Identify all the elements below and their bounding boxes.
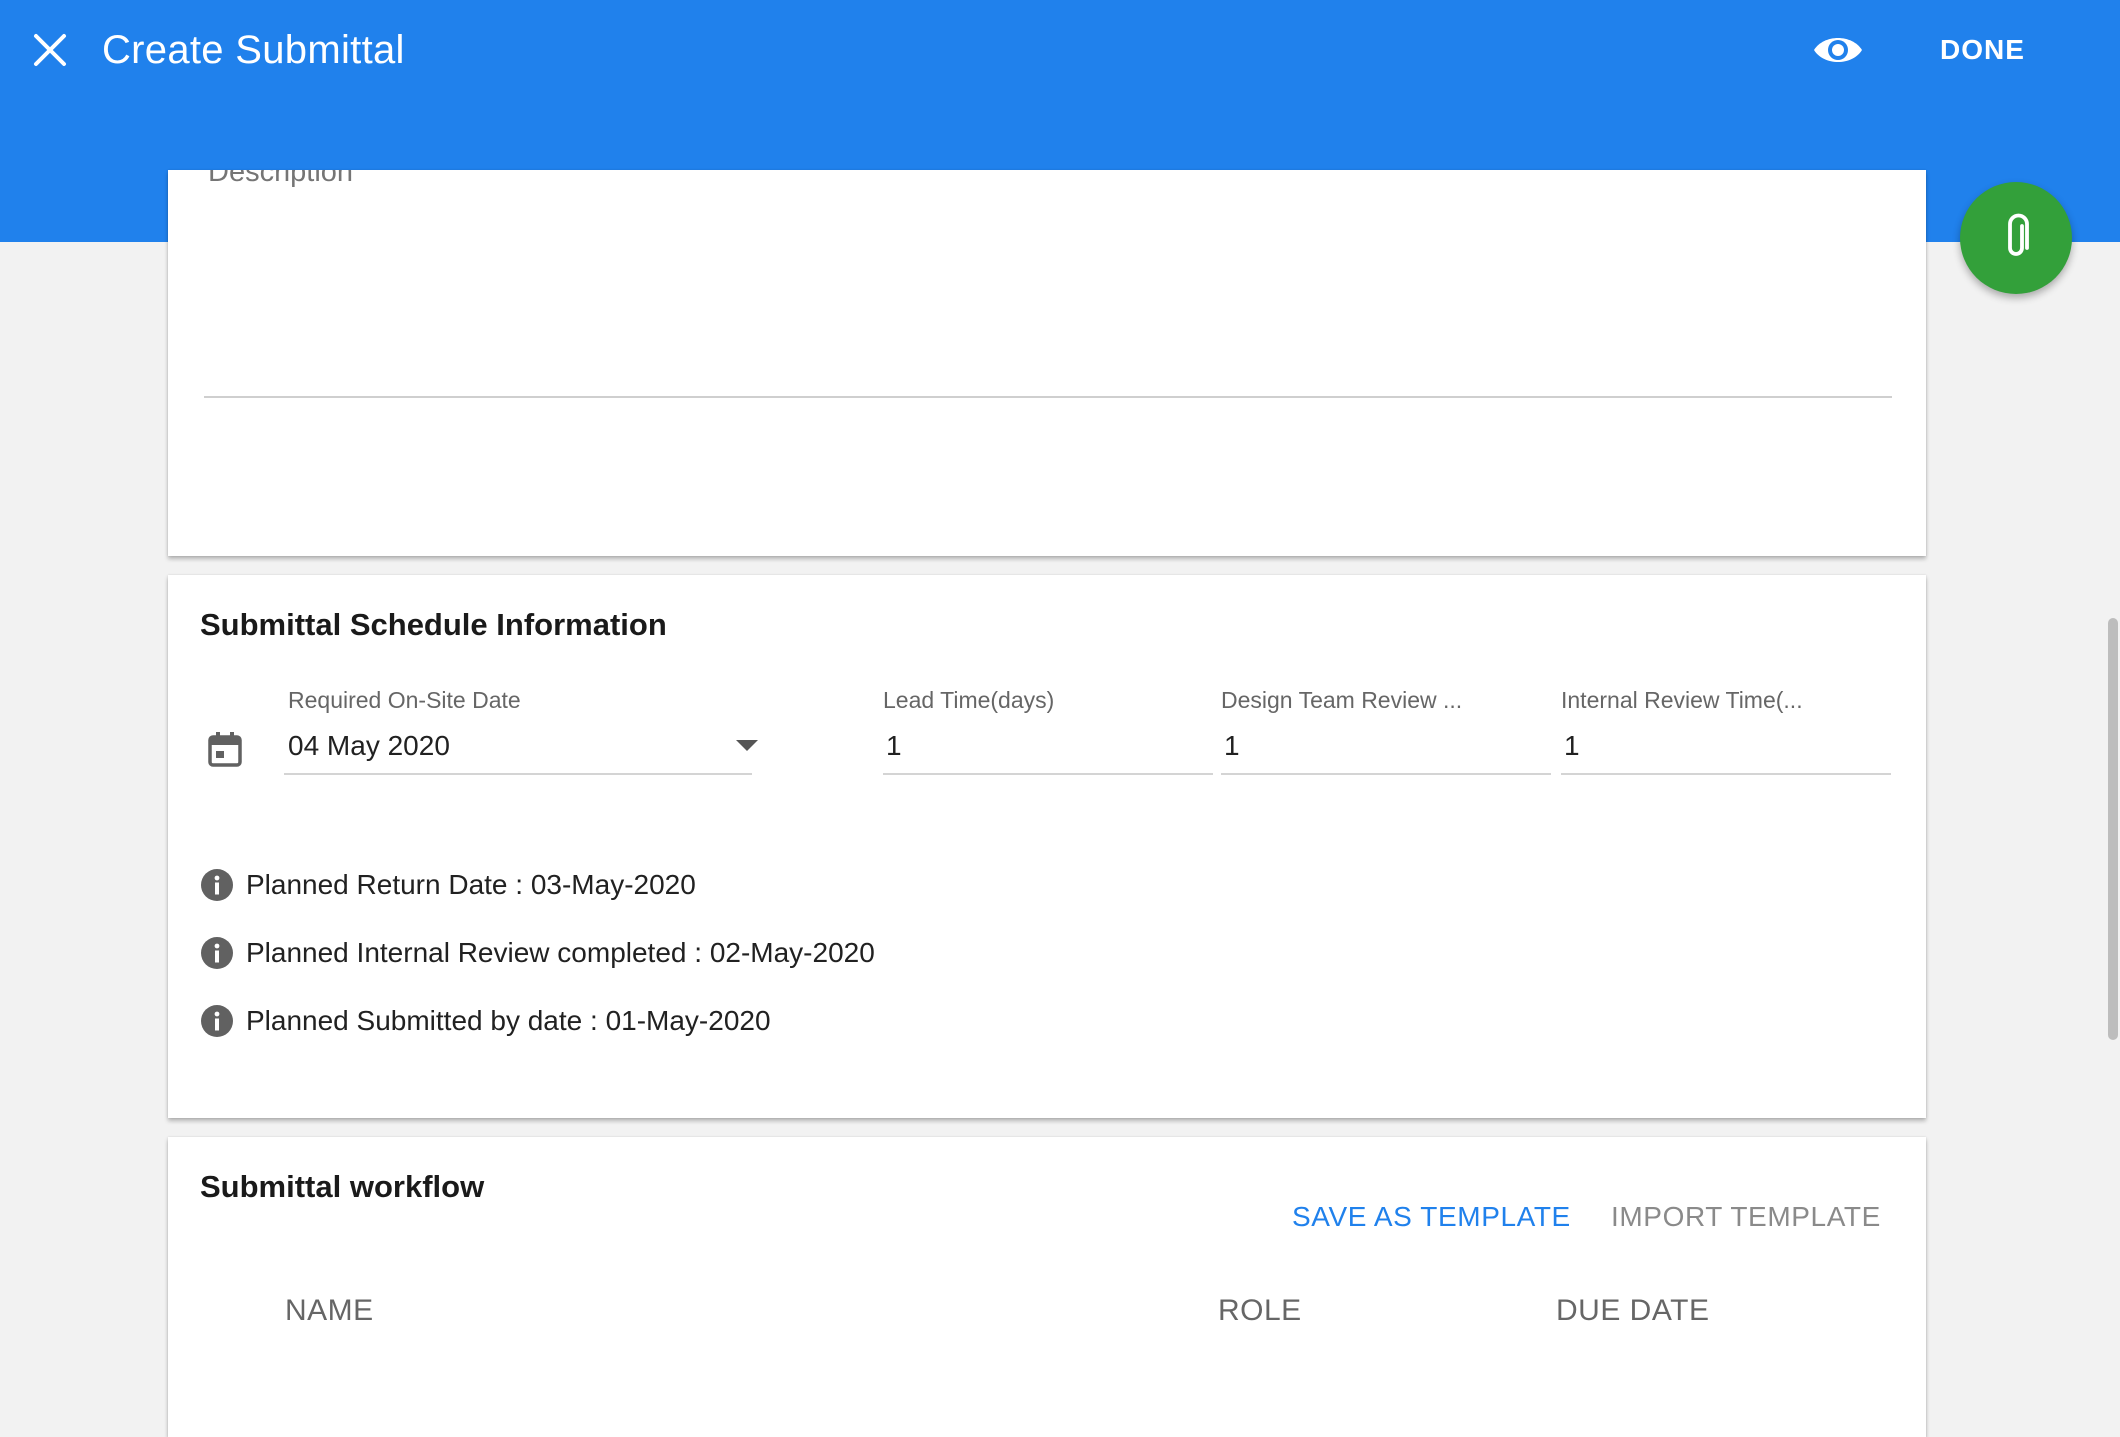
schedule-title: Submittal Schedule Information [200,607,667,642]
internal-review-time-label: Internal Review Time(... [1561,687,1803,713]
workflow-card: Submittal workflow SAVE AS TEMPLATE IMPO… [168,1137,1926,1437]
required-onsite-date-underline [284,773,752,775]
design-team-review-label: Design Team Review ... [1221,687,1463,713]
required-onsite-date-input[interactable]: 04 May 2020 [288,726,450,766]
column-header-role: ROLE [1218,1294,1302,1327]
info-icon [201,1005,233,1037]
internal-review-time-underline [1561,773,1891,775]
close-icon [34,34,66,66]
lead-time-label: Lead Time(days) [883,687,1055,713]
eye-icon [1814,38,1862,62]
info-icon [201,869,233,901]
info-icon [201,937,233,969]
preview-button[interactable] [1810,28,1866,72]
planned-submitted-by-date: Planned Submitted by date : 01-May-2020 [200,1001,771,1041]
chevron-down-icon[interactable] [736,740,758,751]
lead-time-input[interactable]: 1 [886,726,902,766]
save-as-template-button[interactable]: SAVE AS TEMPLATE [1292,1197,1571,1237]
description-field[interactable] [204,396,1892,398]
info-text: Planned Internal Review completed : 02-M… [246,937,875,968]
lead-time-underline [883,773,1213,775]
calendar-icon[interactable] [206,731,244,769]
page-title: Create Submittal [102,28,405,72]
description-label: Description [208,170,354,188]
design-team-review-underline [1221,773,1551,775]
column-header-due-date: DUE DATE [1556,1294,1710,1327]
description-card: Description [168,170,1926,556]
attachment-icon [2008,213,2029,256]
column-header-name: NAME [285,1294,374,1327]
info-text: Planned Return Date : 03-May-2020 [246,869,696,900]
internal-review-time-input[interactable]: 1 [1564,726,1580,766]
required-onsite-date-label: Required On-Site Date [288,687,521,713]
close-button[interactable] [28,24,72,76]
info-text: Planned Submitted by date : 01-May-2020 [246,1005,771,1036]
done-button[interactable]: DONE [1940,30,2025,70]
schedule-card: Submittal Schedule Information Required … [168,575,1926,1118]
planned-return-date: Planned Return Date : 03-May-2020 [200,865,696,905]
planned-internal-review: Planned Internal Review completed : 02-M… [200,933,875,973]
attach-button[interactable] [1960,182,2072,294]
workflow-title: Submittal workflow [200,1169,485,1204]
design-team-review-input[interactable]: 1 [1224,726,1240,766]
scrollbar[interactable] [2108,618,2118,1040]
import-template-button[interactable]: IMPORT TEMPLATE [1611,1197,1881,1237]
